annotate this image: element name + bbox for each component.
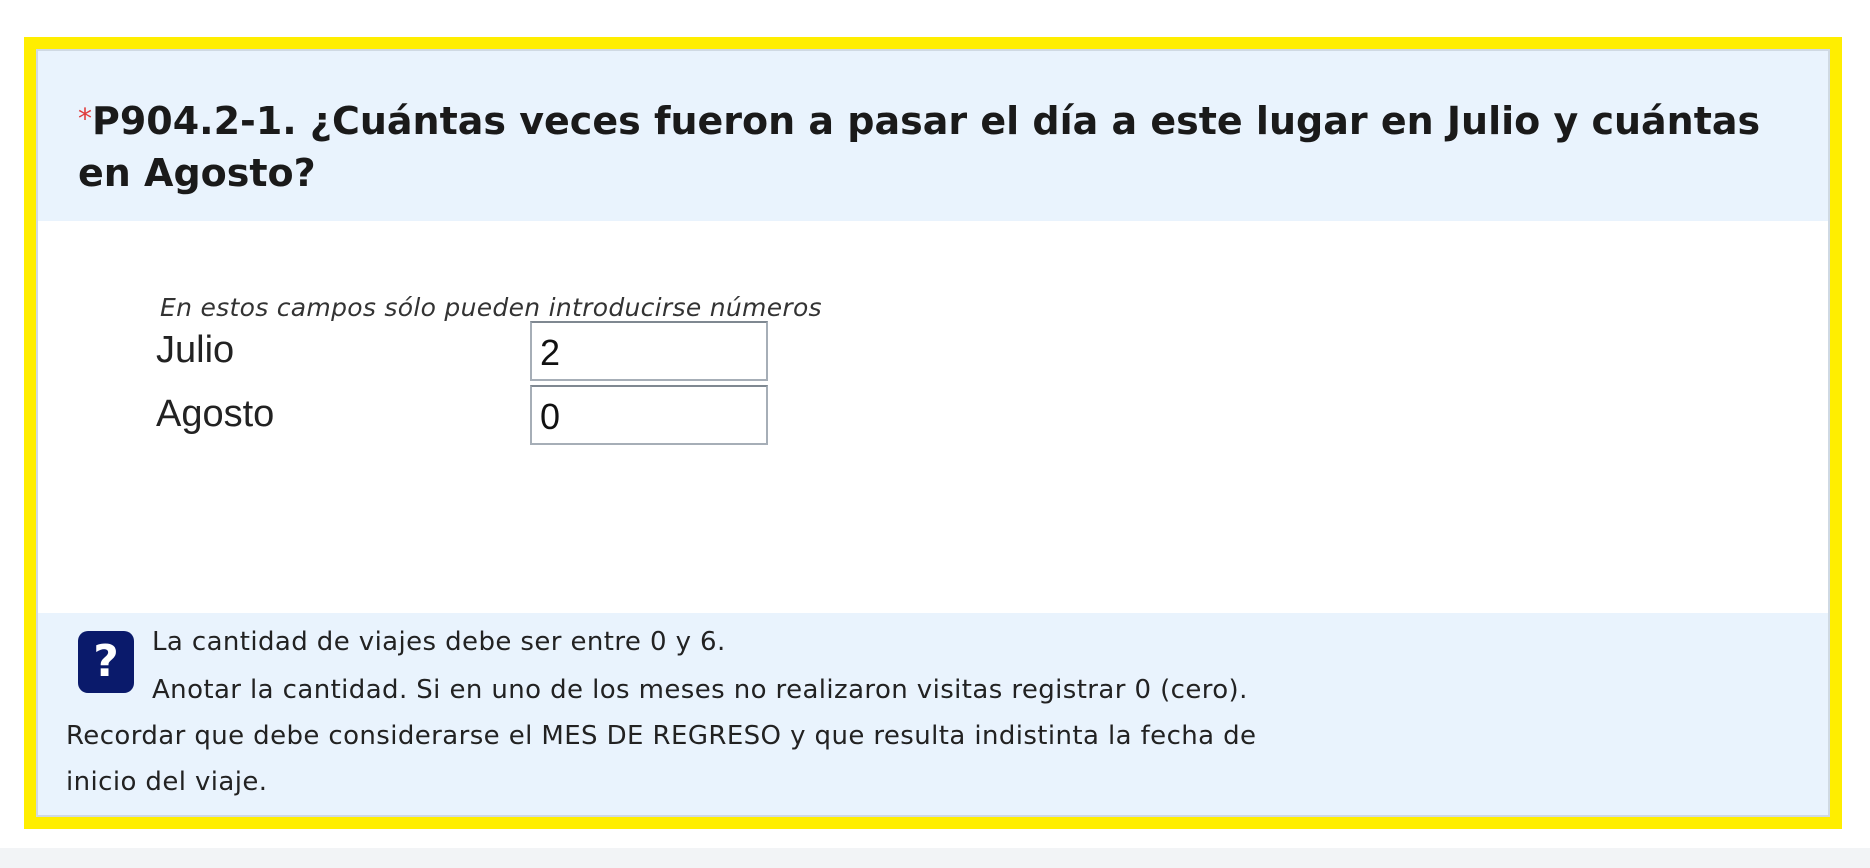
help-line-reminder-end: inicio del viaje.	[66, 767, 268, 797]
question-title-text: P904.2-1. ¿Cuántas veces fueron a pasar …	[78, 99, 1761, 195]
question-card: *P904.2-1. ¿Cuántas veces fueron a pasar…	[36, 49, 1830, 817]
bottom-strip	[0, 848, 1870, 868]
question-highlight-frame: *P904.2-1. ¿Cuántas veces fueron a pasar…	[24, 37, 1842, 829]
numeric-only-hint: En estos campos sólo pueden introducirse…	[160, 293, 822, 322]
question-header: *P904.2-1. ¿Cuántas veces fueron a pasar…	[38, 51, 1828, 221]
julio-label: Julio	[156, 329, 235, 371]
required-marker: *	[78, 102, 92, 135]
help-line-range: La cantidad de viajes debe ser entre 0 y…	[152, 627, 726, 657]
help-line-reminder: Recordar que debe considerarse el MES DE…	[66, 721, 1257, 751]
help-line-instructions: Anotar la cantidad. Si en uno de los mes…	[152, 675, 1248, 705]
agosto-input[interactable]	[530, 385, 768, 445]
question-title: *P904.2-1. ¿Cuántas veces fueron a pasar…	[78, 93, 1788, 199]
help-box: ? La cantidad de viajes debe ser entre 0…	[38, 613, 1828, 815]
julio-input[interactable]	[530, 321, 768, 381]
page: *P904.2-1. ¿Cuántas veces fueron a pasar…	[0, 0, 1870, 868]
agosto-label: Agosto	[156, 393, 275, 435]
question-mark-icon[interactable]: ?	[78, 631, 134, 693]
